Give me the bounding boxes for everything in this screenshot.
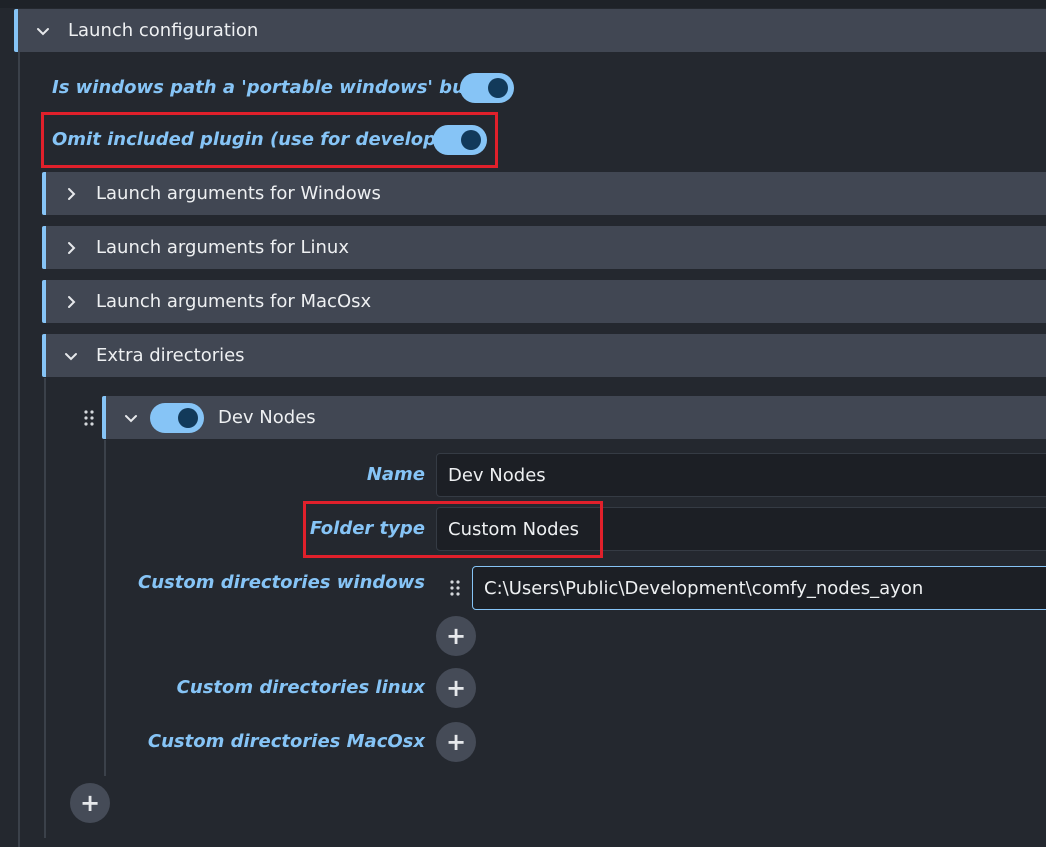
portable-windows-label: Is windows path a 'portable windows' bui… <box>52 77 501 98</box>
chevron-down-icon <box>122 409 140 427</box>
drag-handle-icon[interactable] <box>82 408 96 428</box>
custom-directories-linux-label: Custom directories linux <box>176 677 425 698</box>
add-macos-directory-button[interactable]: + <box>436 722 476 762</box>
panel-title: Launch arguments for Windows <box>96 183 381 204</box>
name-label: Name <box>366 464 425 485</box>
custom-directory-windows-value: C:\Users\Public\Development\comfy_nodes_… <box>484 577 924 599</box>
tree-guide-line <box>18 52 20 847</box>
dev-nodes-title: Dev Nodes <box>218 407 316 428</box>
launch-args-linux-panel[interactable]: Launch arguments for Linux <box>42 226 1046 269</box>
top-strip <box>0 0 1046 8</box>
plus-icon: + <box>445 622 467 650</box>
custom-directories-macos-label: Custom directories MacOsx <box>147 731 425 752</box>
tree-guide-line <box>104 440 106 776</box>
add-extra-directory-button[interactable]: + <box>70 783 110 823</box>
name-input[interactable]: Dev Nodes <box>436 453 1046 497</box>
plus-icon: + <box>445 728 467 756</box>
toggle-knob <box>488 78 508 98</box>
dev-nodes-toggle[interactable] <box>150 403 204 433</box>
panel-title: Extra directories <box>96 345 245 366</box>
drag-handle-icon[interactable] <box>448 578 462 598</box>
launch-args-macos-panel[interactable]: Launch arguments for MacOsx <box>42 280 1046 323</box>
tree-guide-line <box>44 378 46 838</box>
toggle-knob <box>178 408 198 428</box>
panel-title: Launch arguments for Linux <box>96 237 349 258</box>
highlight-box <box>41 112 498 168</box>
portable-windows-toggle[interactable] <box>460 73 514 103</box>
launch-configuration-title: Launch configuration <box>68 20 259 41</box>
chevron-right-icon <box>62 185 80 203</box>
launch-configuration-panel[interactable]: Launch configuration <box>14 9 1046 52</box>
extra-directories-panel[interactable]: Extra directories <box>42 334 1046 377</box>
highlight-box <box>303 501 603 558</box>
add-windows-directory-button[interactable]: + <box>436 616 476 656</box>
chevron-down-icon <box>34 22 52 40</box>
name-value: Dev Nodes <box>448 464 546 486</box>
chevron-down-icon <box>62 347 80 365</box>
chevron-right-icon <box>62 293 80 311</box>
plus-icon: + <box>79 789 101 817</box>
launch-args-windows-panel[interactable]: Launch arguments for Windows <box>42 172 1046 215</box>
add-linux-directory-button[interactable]: + <box>436 668 476 708</box>
chevron-right-icon <box>62 239 80 257</box>
panel-title: Launch arguments for MacOsx <box>96 291 372 312</box>
plus-icon: + <box>445 674 467 702</box>
custom-directories-windows-label: Custom directories windows <box>138 572 425 593</box>
custom-directory-windows-input[interactable]: C:\Users\Public\Development\comfy_nodes_… <box>472 566 1046 610</box>
